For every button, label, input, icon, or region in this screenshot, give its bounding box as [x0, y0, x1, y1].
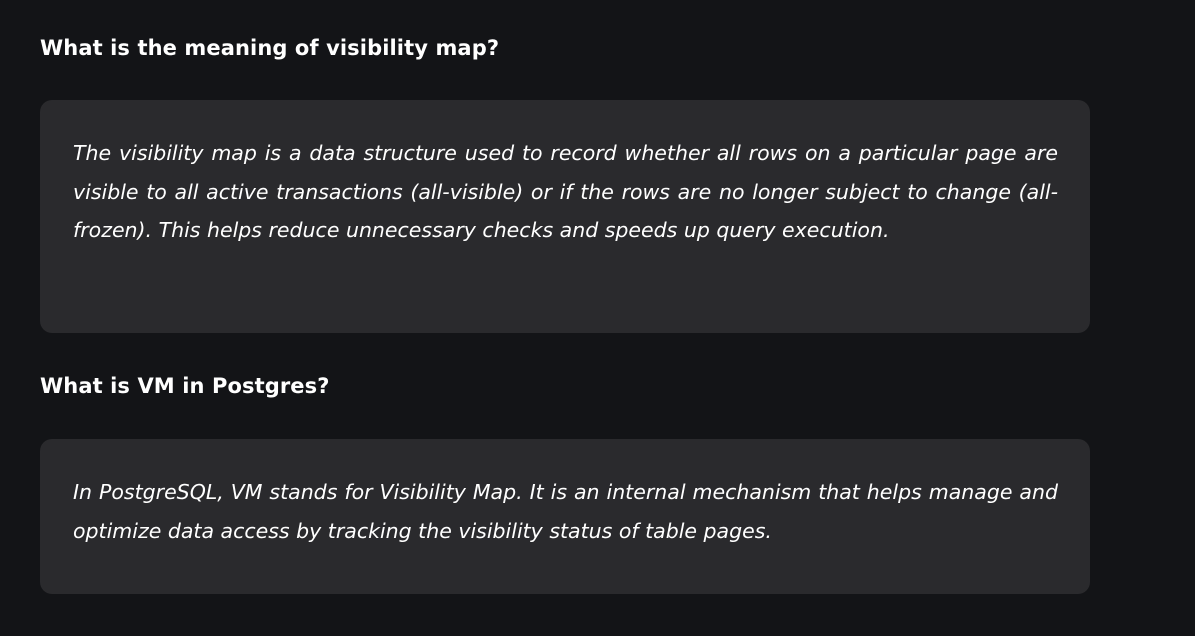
faq-question: What is VM in Postgres?	[40, 374, 330, 398]
faq-question: What is the meaning of visibility map?	[40, 36, 500, 60]
faq-answer-card: In PostgreSQL, VM stands for Visibility …	[40, 439, 1090, 594]
faq-section: What is the meaning of visibility map? T…	[0, 0, 1195, 636]
faq-answer-card: The visibility map is a data structure u…	[40, 100, 1090, 333]
faq-answer-text: The visibility map is a data structure u…	[73, 141, 1058, 242]
faq-answer-text: In PostgreSQL, VM stands for Visibility …	[73, 480, 1058, 543]
